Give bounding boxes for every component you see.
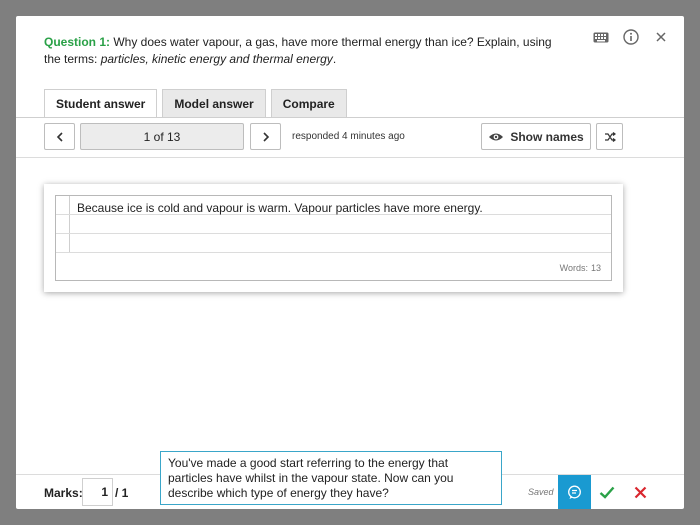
- show-names-label: Show names: [510, 129, 584, 144]
- info-icon[interactable]: [622, 28, 640, 46]
- nav-divider: [16, 157, 684, 158]
- next-button[interactable]: [250, 123, 281, 150]
- keyboard-icon[interactable]: [592, 28, 610, 46]
- response-navigation: 1 of 13 responded 4 minutes ago Show nam…: [44, 123, 623, 151]
- chevron-left-icon: [56, 131, 63, 142]
- marking-dialog: Question 1: Why does water vapour, a gas…: [16, 16, 684, 509]
- comment-button[interactable]: [558, 475, 591, 509]
- answer-margin: [69, 196, 70, 252]
- tick-icon: [599, 486, 615, 499]
- dialog-toolbar: [592, 28, 670, 46]
- tab-compare[interactable]: Compare: [270, 89, 347, 117]
- shuffle-icon: [604, 131, 616, 142]
- marks-input[interactable]: [82, 478, 113, 506]
- feedback-input[interactable]: You've made a good start referring to th…: [160, 451, 502, 505]
- saved-status: Saved: [528, 487, 554, 497]
- word-count-label: Words:: [559, 263, 588, 273]
- comment-icon: [568, 485, 581, 499]
- show-names-button[interactable]: Show names: [481, 123, 591, 150]
- word-count-value: 13: [590, 263, 601, 273]
- word-count: Words: 13: [557, 263, 601, 273]
- response-counter: 1 of 13: [80, 123, 244, 150]
- tab-model-answer[interactable]: Model answer: [162, 89, 266, 117]
- student-answer-card: Because ice is cold and vapour is warm. …: [44, 184, 623, 292]
- mark-correct-button[interactable]: [596, 482, 618, 502]
- question-label: Question 1:: [44, 35, 111, 49]
- eye-icon: [489, 133, 504, 140]
- close-icon[interactable]: [652, 28, 670, 46]
- answer-line: [56, 252, 611, 253]
- answer-text: Because ice is cold and vapour is warm. …: [77, 201, 483, 215]
- question-terms: particles, kinetic energy and thermal en…: [100, 52, 333, 66]
- responded-time: responded 4 minutes ago: [292, 131, 405, 142]
- answer-box: Because ice is cold and vapour is warm. …: [55, 195, 612, 281]
- previous-button[interactable]: [44, 123, 75, 150]
- cross-icon: [634, 486, 646, 498]
- marks-total: / 1: [115, 486, 129, 500]
- marks-label: Marks:: [44, 486, 83, 500]
- mark-incorrect-button[interactable]: [629, 482, 651, 502]
- tab-student-answer[interactable]: Student answer: [44, 89, 158, 118]
- answer-tabs: Student answer Model answer Compare: [44, 89, 347, 118]
- tab-divider: [16, 117, 684, 118]
- chevron-right-icon: [262, 131, 269, 142]
- question-text: Question 1: Why does water vapour, a gas…: [44, 34, 564, 68]
- question-end: .: [332, 52, 337, 66]
- answer-line: [56, 233, 611, 234]
- shuffle-button[interactable]: [596, 123, 623, 150]
